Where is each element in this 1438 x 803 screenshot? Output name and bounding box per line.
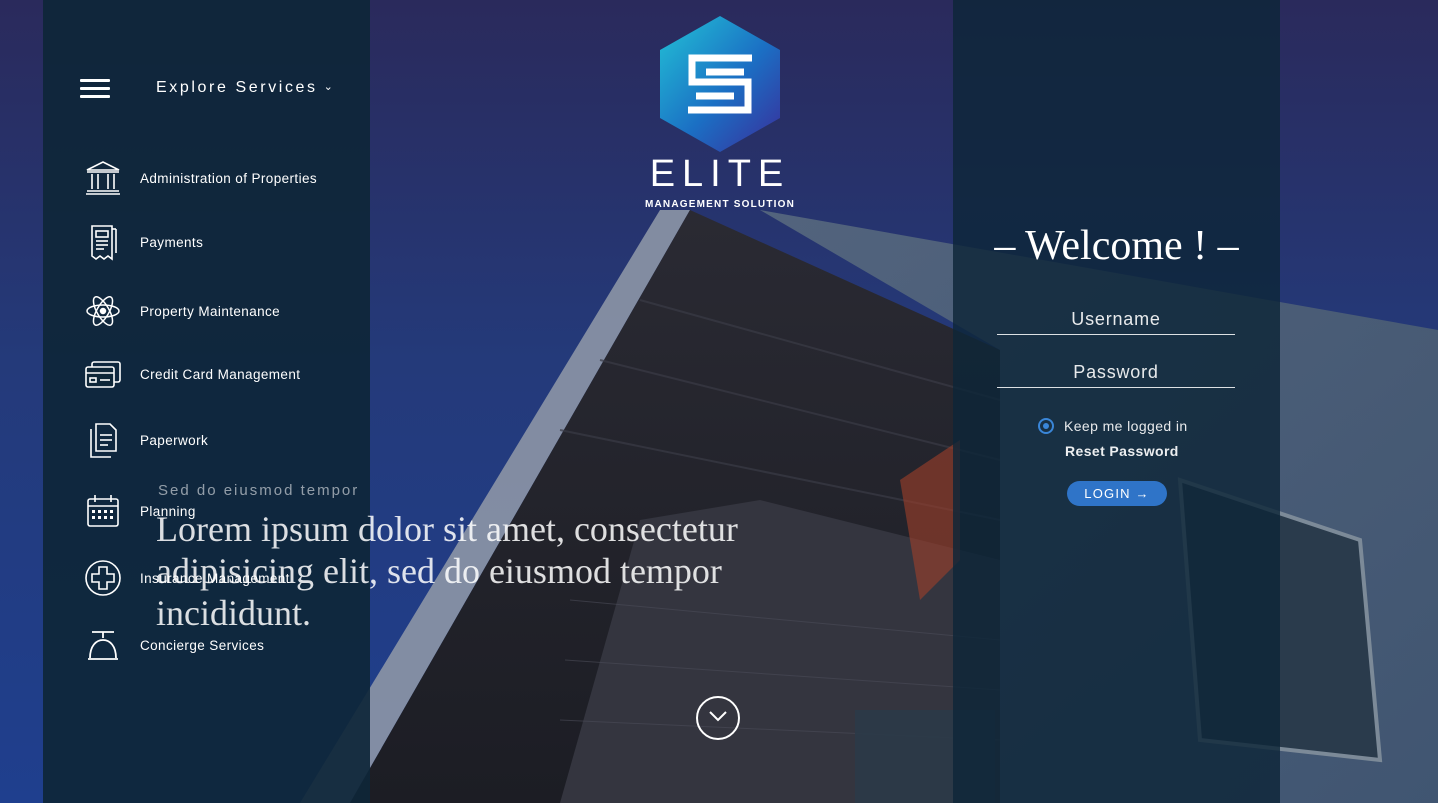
explore-services-label: Explore Services [156, 79, 318, 96]
chevron-down-circle-icon [708, 709, 728, 727]
password-input[interactable] [997, 357, 1235, 388]
service-bell-icon [84, 626, 122, 664]
login-panel [953, 0, 1280, 803]
menu-item-administration[interactable]: Administration of Properties [84, 158, 317, 198]
calendar-icon [84, 492, 122, 530]
menu-item-label: Paperwork [140, 432, 209, 448]
brand-name: ELITE [649, 153, 791, 195]
username-input[interactable] [997, 304, 1235, 335]
login-button[interactable]: LOGIN → [1067, 481, 1167, 506]
hero-title: Lorem ipsum dolor sit amet, consectetur … [156, 509, 738, 633]
keep-logged-in-radio[interactable] [1038, 418, 1054, 434]
menu-item-label: Payments [140, 234, 204, 250]
hexagon-s-logo-icon [660, 16, 780, 152]
menu-item-paperwork[interactable]: Paperwork [84, 420, 208, 460]
hamburger-icon[interactable] [80, 79, 110, 99]
reset-password-link[interactable]: Reset Password [1065, 443, 1179, 459]
menu-item-label: Concierge Services [140, 637, 265, 653]
menu-item-label: Property Maintenance [140, 303, 281, 319]
keep-logged-in-label: Keep me logged in [1064, 418, 1188, 434]
menu-item-label: Credit Card Management [140, 366, 301, 382]
scroll-down-button[interactable] [696, 696, 740, 740]
documents-icon [84, 421, 122, 459]
chevron-down-icon: ⌄ [323, 81, 336, 93]
explore-services-dropdown[interactable]: Explore Services ⌄ [156, 79, 335, 97]
plus-circle-icon [84, 559, 122, 597]
credit-card-icon [84, 355, 122, 393]
keep-logged-in-option[interactable]: Keep me logged in [1038, 418, 1188, 434]
services-sidebar [43, 0, 370, 803]
hero-kicker: Sed do eiusmod tempor [158, 482, 360, 499]
receipt-icon [84, 223, 122, 261]
brand-tagline: MANAGEMENT SOLUTION [644, 199, 796, 210]
menu-item-property-maintenance[interactable]: Property Maintenance [84, 291, 280, 331]
menu-item-label: Administration of Properties [140, 170, 318, 186]
bank-icon [84, 159, 122, 197]
menu-item-credit-card[interactable]: Credit Card Management [84, 354, 300, 394]
welcome-heading: – Welcome ! – [994, 223, 1239, 269]
atom-icon [84, 292, 122, 330]
menu-item-payments[interactable]: Payments [84, 222, 203, 262]
